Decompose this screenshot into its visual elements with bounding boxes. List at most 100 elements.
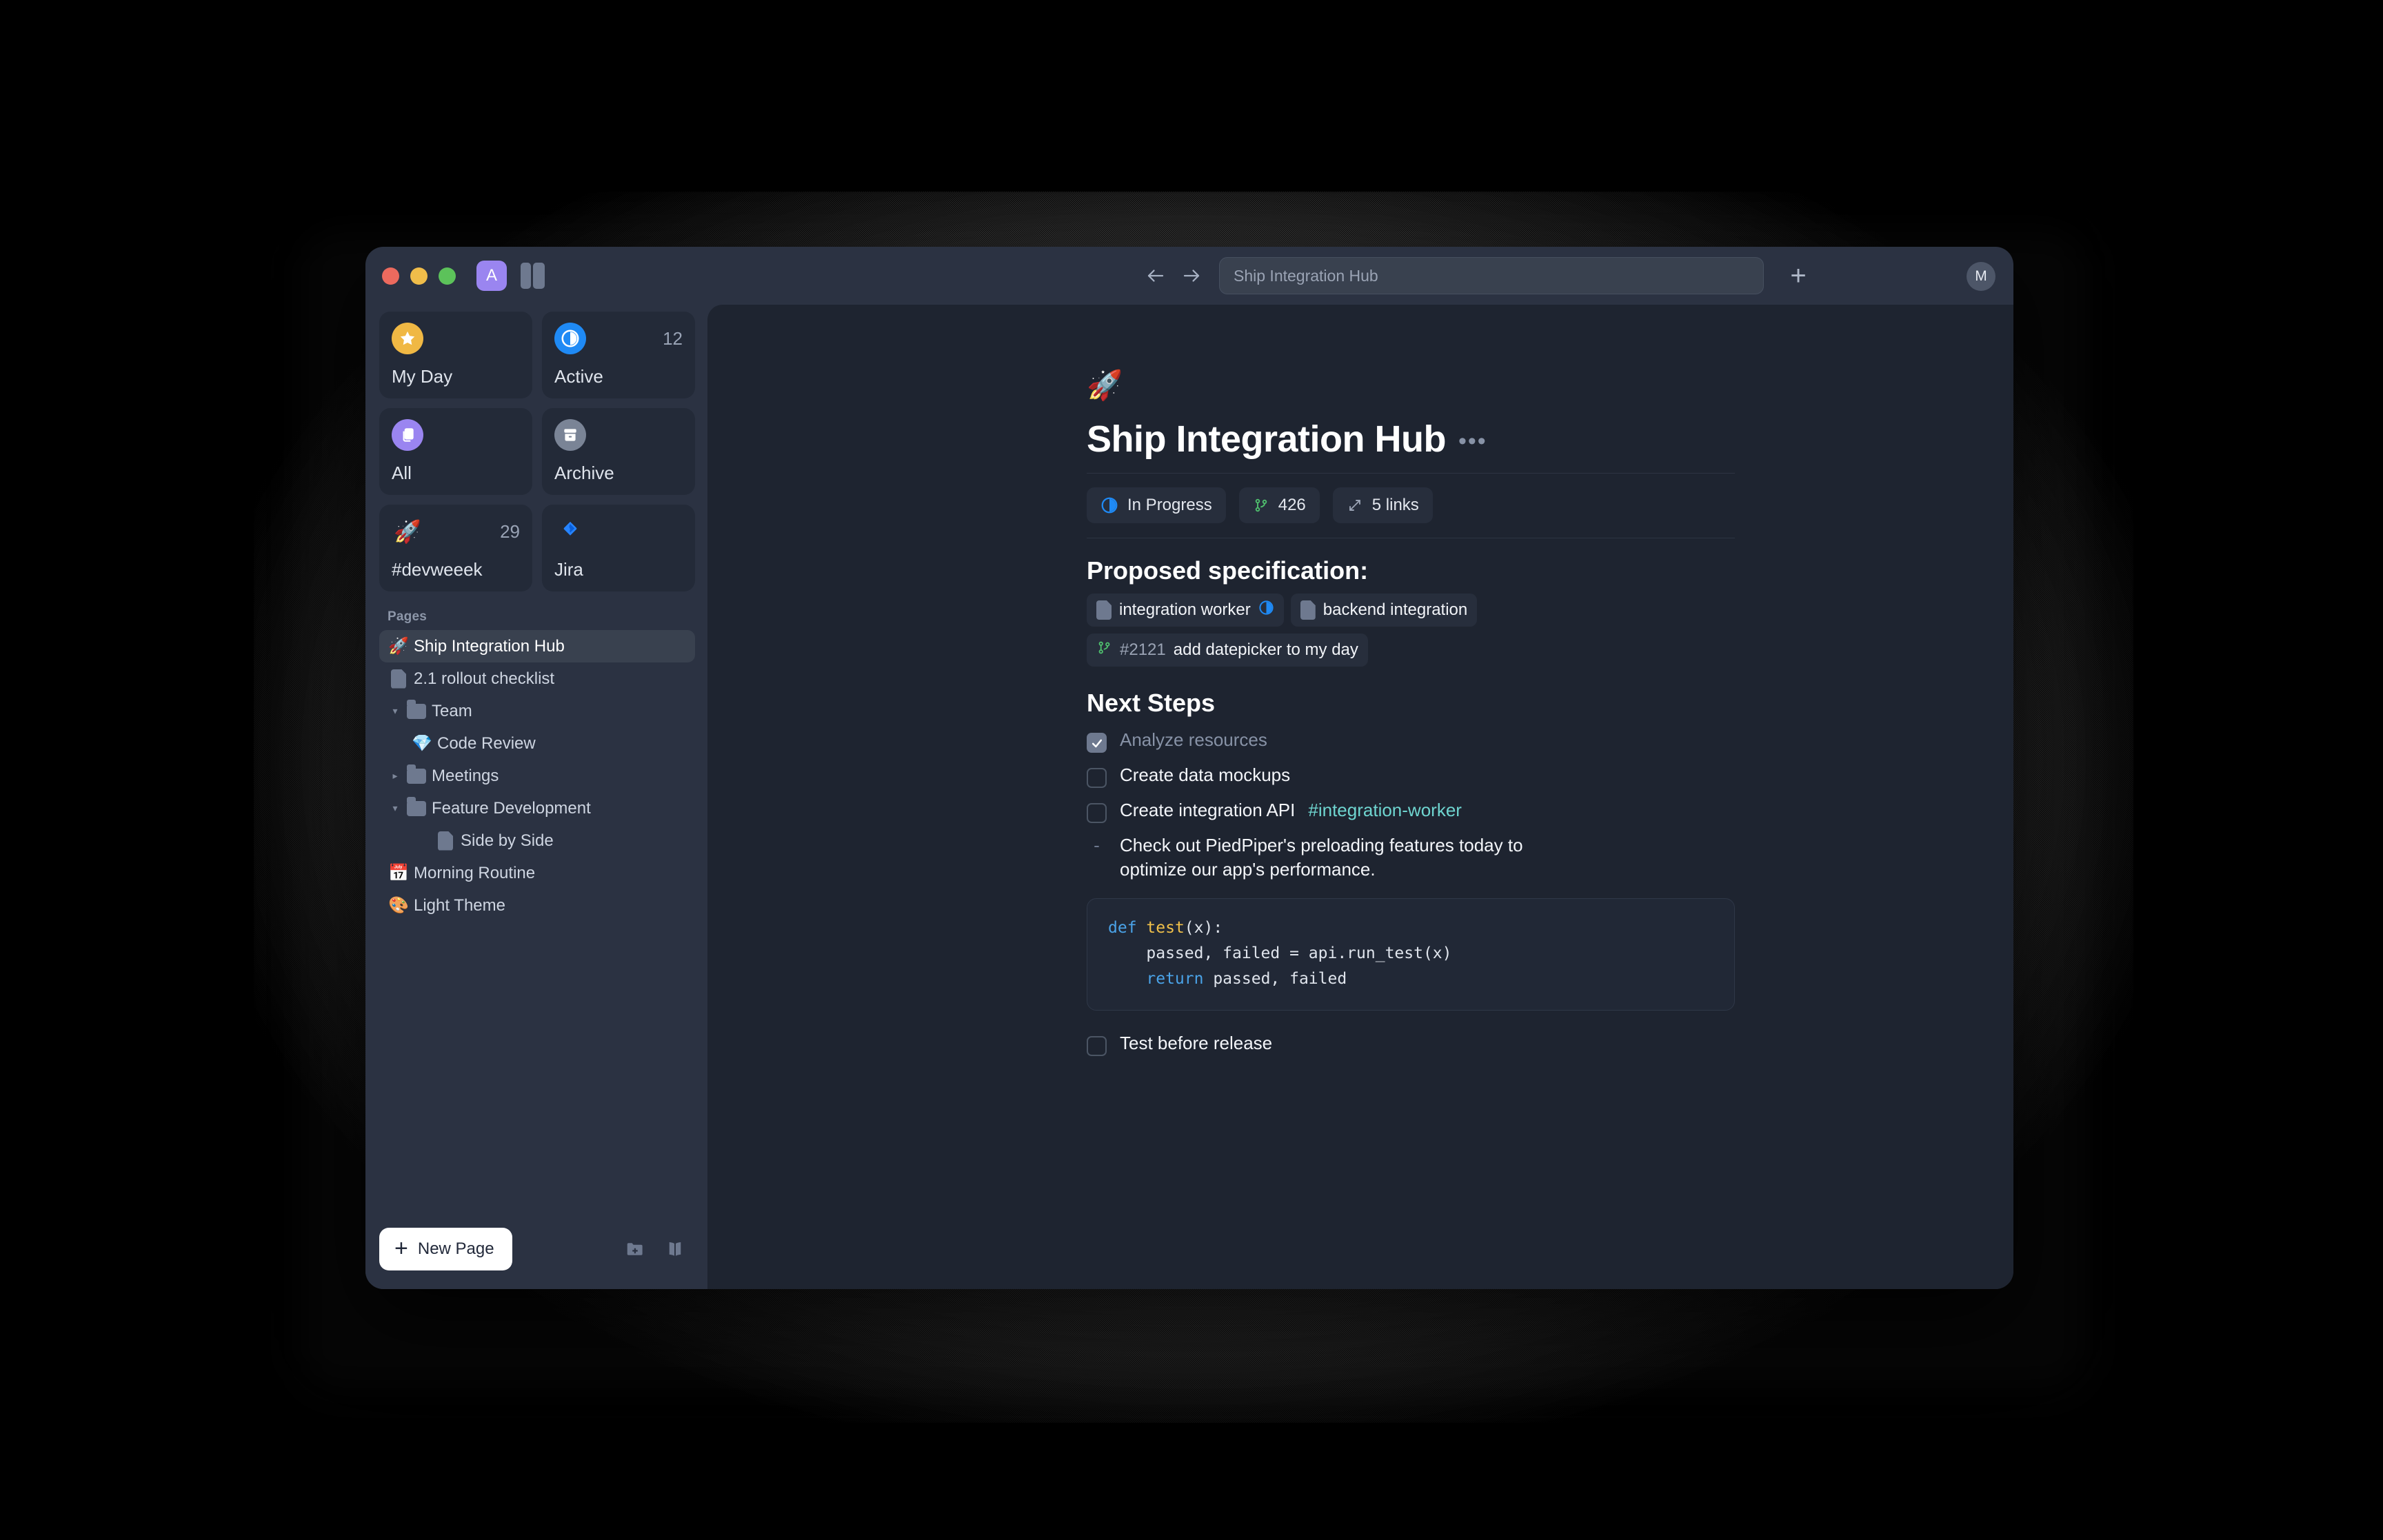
calendar-emoji: 📅 [388, 864, 409, 882]
issue-number: #2121 [1120, 640, 1166, 659]
document-icon [1300, 600, 1316, 620]
sidebar-page-code-review[interactable]: 💎 Code Review [379, 727, 695, 760]
split-view-icon[interactable] [521, 262, 547, 290]
contrast-icon [1258, 600, 1274, 620]
spec-ref-label: integration worker [1119, 600, 1251, 619]
window-body: My Day 12 Active All Archive 🚀 29 #devwe… [365, 305, 2013, 1289]
sidebar-tile-grid: My Day 12 Active All Archive 🚀 29 #devwe… [379, 305, 695, 591]
code-line2: passed, failed = api.run_test(x) [1108, 944, 1452, 962]
commits-badge[interactable]: 426 [1238, 487, 1320, 523]
pages-tree: 🚀 Ship Integration Hub 2.1 rollout check… [379, 630, 695, 922]
contrast-icon [554, 323, 586, 354]
new-folder-icon[interactable] [625, 1239, 645, 1259]
spec-ref-integration-worker[interactable]: integration worker [1087, 594, 1284, 627]
chevron-down-icon[interactable]: ▾ [386, 705, 404, 717]
spec-issue-chip[interactable]: #2121 add datepicker to my day [1087, 634, 1368, 667]
tree-item-label: 2.1 rollout checklist [414, 669, 555, 688]
chevron-right-icon[interactable]: ▸ [386, 770, 404, 782]
bullet-label: Check out PiedPiper's preloading feature… [1120, 835, 1523, 880]
commits-count: 426 [1278, 496, 1306, 514]
status-label: In Progress [1127, 496, 1212, 514]
todo-item[interactable]: Create integration API #integration-work… [1087, 798, 1735, 823]
page-title[interactable]: Ship Integration Hub [1087, 418, 1446, 460]
tree-item-label: Ship Integration Hub [414, 636, 565, 656]
gem-emoji: 💎 [412, 734, 432, 753]
tile-label: Archive [554, 463, 614, 483]
sidebar-folder-meetings[interactable]: ▸ Meetings [379, 760, 695, 792]
app-badge[interactable]: A [476, 261, 507, 291]
sidebar-footer-icons [625, 1239, 690, 1259]
checkbox-unchecked[interactable] [1087, 1036, 1107, 1057]
todo-label: Analyze resources [1120, 729, 1267, 750]
sidebar-tile-my-day[interactable]: My Day [379, 312, 532, 398]
todo-item[interactable]: Analyze resources [1087, 728, 1735, 753]
tree-item-label: Feature Development [432, 798, 591, 818]
tree-item-label: Light Theme [414, 895, 505, 915]
tile-label: Active [554, 366, 603, 387]
document-icon [391, 669, 406, 689]
checkbox-unchecked[interactable] [1087, 768, 1107, 788]
maximize-window-button[interactable] [439, 267, 456, 285]
tree-item-label: Code Review [437, 733, 536, 753]
todo-item[interactable]: Create data mockups [1087, 763, 1735, 788]
new-page-label: New Page [417, 1239, 494, 1258]
sidebar-folder-feature-development[interactable]: ▾ Feature Development [379, 792, 695, 824]
todo-tag[interactable]: #integration-worker [1308, 798, 1462, 822]
todo-item[interactable]: Test before release [1087, 1031, 1735, 1057]
arrow-left-icon[interactable] [1138, 258, 1174, 294]
copy-icon [392, 419, 423, 451]
tile-label: All [392, 463, 412, 483]
tile-count: 12 [663, 328, 683, 349]
code-keyword-def: def [1108, 918, 1137, 937]
sidebar-tile-active[interactable]: 12 Active [542, 312, 695, 398]
sidebar-tile-jira[interactable]: Jira [542, 505, 695, 591]
contrast-icon [1100, 496, 1118, 514]
chevron-down-icon[interactable]: ▾ [386, 802, 404, 814]
sidebar-tile-archive[interactable]: Archive [542, 408, 695, 495]
sidebar: My Day 12 Active All Archive 🚀 29 #devwe… [365, 305, 707, 1289]
checkbox-checked[interactable] [1087, 733, 1107, 753]
code-block: def test(x): passed, failed = api.run_te… [1087, 898, 1735, 1011]
links-label: 5 links [1371, 496, 1419, 514]
minimize-window-button[interactable] [410, 267, 428, 285]
new-page-button[interactable]: + New Page [379, 1228, 512, 1270]
new-tab-button[interactable]: + [1782, 259, 1815, 292]
pages-section-header: Pages [388, 609, 427, 624]
tile-label: My Day [392, 366, 453, 387]
jira-icon [554, 516, 586, 547]
sidebar-page-side-by-side[interactable]: Side by Side [379, 824, 695, 857]
sidebar-tile-devweeek[interactable]: 🚀 29 #devweeek [379, 505, 532, 591]
folder-icon [407, 796, 426, 816]
spec-ref-backend-integration[interactable]: backend integration [1290, 594, 1478, 627]
sidebar-folder-team[interactable]: ▾ Team [379, 695, 695, 727]
status-badge[interactable]: In Progress [1087, 487, 1226, 523]
more-options-icon[interactable]: ••• [1458, 429, 1487, 453]
search-input[interactable]: Ship Integration Hub [1219, 257, 1764, 294]
sidebar-page-morning-routine[interactable]: 📅 Morning Routine [379, 857, 695, 889]
close-window-button[interactable] [382, 267, 399, 285]
open-book-icon[interactable] [665, 1239, 685, 1259]
code-line3-rest: passed, failed [1203, 970, 1347, 989]
document-icon [438, 831, 453, 851]
traffic-lights [382, 267, 456, 285]
dash-icon: - [1094, 835, 1100, 855]
git-branch-icon [1253, 497, 1269, 514]
spec-reference-list: integration worker backend integration [1087, 594, 1735, 627]
arrow-right-icon[interactable] [1174, 258, 1209, 294]
links-badge[interactable]: 5 links [1332, 487, 1433, 523]
sidebar-page-ship-integration-hub[interactable]: 🚀 Ship Integration Hub [379, 630, 695, 662]
document-pane: 🚀 Ship Integration Hub ••• In Progress 4… [707, 305, 2013, 1289]
rocket-emoji: 🚀 [388, 637, 409, 656]
checkbox-unchecked[interactable] [1087, 803, 1107, 823]
git-branch-icon [1096, 640, 1112, 660]
tree-item-label: Morning Routine [414, 863, 536, 882]
avatar[interactable]: M [1967, 262, 1995, 291]
titlebar-center: Ship Integration Hub + [1138, 247, 1815, 305]
todo-label: Create integration API [1120, 800, 1296, 820]
sidebar-page-rollout-checklist[interactable]: 2.1 rollout checklist [379, 662, 695, 695]
star-icon [392, 323, 423, 354]
bullet-item: - Check out PiedPiper's preloading featu… [1087, 833, 1735, 882]
sidebar-page-light-theme[interactable]: 🎨 Light Theme [379, 889, 695, 922]
sidebar-tile-all[interactable]: All [379, 408, 532, 495]
rocket-emoji: 🚀 [394, 519, 421, 544]
